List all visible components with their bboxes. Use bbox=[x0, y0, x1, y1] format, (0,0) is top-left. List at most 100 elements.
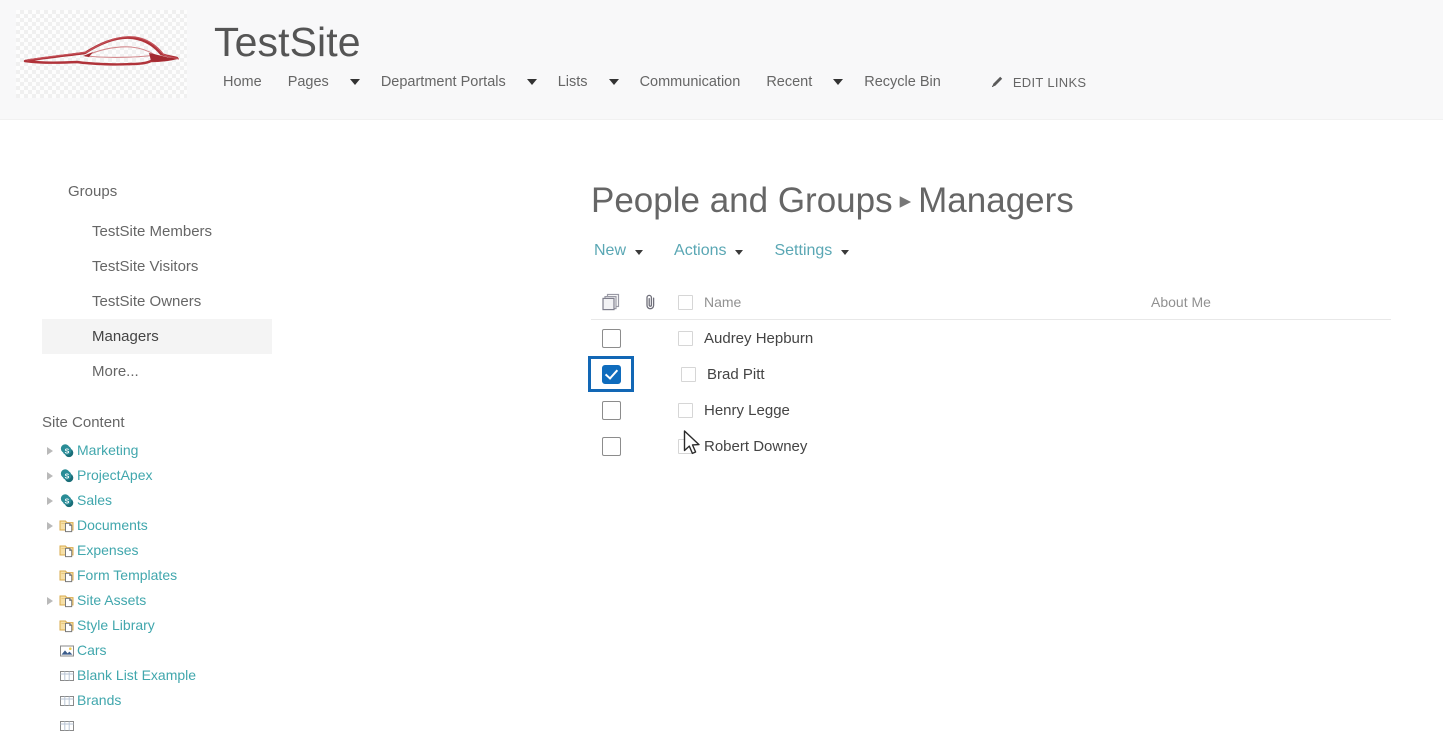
row-name-cell[interactable]: Brad Pitt bbox=[672, 366, 1133, 383]
tree-item-site-assets[interactable]: Site Assets bbox=[42, 588, 322, 613]
tree-item-marketing[interactable]: S Marketing bbox=[42, 438, 322, 463]
expand-documents-icon[interactable] bbox=[42, 522, 58, 530]
tree-item-projectapex[interactable]: S ProjectApex bbox=[42, 463, 322, 488]
groups-list: TestSite Members TestSite Visitors TestS… bbox=[42, 214, 272, 389]
breadcrumb-root[interactable]: People and Groups bbox=[591, 181, 893, 220]
tree-item-label: Documents bbox=[77, 517, 148, 533]
breadcrumb-separator-icon: ▸ bbox=[899, 187, 912, 213]
tree-item-label: Cars bbox=[77, 642, 107, 658]
sidebar-item-more[interactable]: More... bbox=[42, 354, 272, 389]
expand-marketing-icon[interactable] bbox=[42, 447, 58, 455]
nav-item-department-portals[interactable]: Department Portals bbox=[368, 68, 519, 96]
settings-menu-label: Settings bbox=[774, 242, 833, 259]
table-row[interactable]: Audrey Hepburn bbox=[591, 320, 1391, 356]
row-name-checkbox[interactable] bbox=[678, 330, 693, 346]
breadcrumb-current: Managers bbox=[918, 181, 1074, 220]
nav-pages-chevron-down-icon[interactable] bbox=[342, 69, 368, 95]
tree-item-documents[interactable]: Documents bbox=[42, 513, 322, 538]
users-table: Name About Me Audrey Hepburn Brad Pitt H… bbox=[588, 285, 1391, 464]
svg-text:S: S bbox=[65, 498, 70, 505]
name-column-checkbox[interactable] bbox=[678, 294, 693, 310]
tree-item-label: Expenses bbox=[77, 542, 139, 558]
list-icon bbox=[58, 693, 76, 709]
tree-item-style-library[interactable]: Style Library bbox=[42, 613, 322, 638]
expand-site-assets-icon[interactable] bbox=[42, 597, 58, 605]
nav-recent-chevron-down-icon[interactable] bbox=[825, 69, 851, 95]
edit-links-label: EDIT LINKS bbox=[1012, 74, 1087, 90]
document-library-icon bbox=[58, 543, 76, 559]
table-row[interactable]: Robert Downey bbox=[591, 428, 1391, 464]
row-select-cell[interactable] bbox=[591, 436, 631, 456]
tree-item-label: Brands bbox=[77, 692, 122, 708]
nav-item-lists[interactable]: Lists bbox=[545, 68, 601, 96]
pencil-icon bbox=[991, 76, 1003, 87]
row-name-label: Robert Downey bbox=[704, 437, 808, 455]
table-row[interactable]: Henry Legge bbox=[591, 392, 1391, 428]
row-select-checkbox[interactable] bbox=[601, 328, 621, 348]
row-select-cell[interactable] bbox=[588, 356, 634, 392]
about-me-column-header[interactable]: About Me bbox=[1133, 294, 1391, 310]
groups-heading: Groups bbox=[68, 183, 118, 200]
row-select-checkbox[interactable] bbox=[601, 436, 621, 456]
tree-item-expenses[interactable]: Expenses bbox=[42, 538, 322, 563]
table-header-row: Name About Me bbox=[591, 285, 1391, 320]
sidebar-item-managers[interactable]: Managers bbox=[42, 319, 272, 354]
nav-item-recent[interactable]: Recent bbox=[753, 68, 825, 96]
actions-menu-button[interactable]: Actions bbox=[674, 242, 744, 260]
row-name-checkbox[interactable] bbox=[681, 366, 696, 382]
row-name-cell[interactable]: Audrey Hepburn bbox=[669, 330, 1133, 347]
edit-links-button[interactable]: EDIT LINKS bbox=[989, 74, 1087, 90]
sidebar-item-testsite-visitors[interactable]: TestSite Visitors bbox=[42, 249, 272, 284]
main-content: People and Groups ▸ Managers New Actions S… bbox=[520, 120, 1443, 753]
document-library-icon bbox=[58, 568, 76, 584]
sharepoint-site-icon: S bbox=[58, 443, 76, 459]
site-logo[interactable] bbox=[16, 10, 187, 98]
stacked-pages-icon bbox=[601, 293, 619, 311]
nav-department-portals-chevron-down-icon[interactable] bbox=[519, 69, 545, 95]
nav-item-pages[interactable]: Pages bbox=[275, 68, 342, 96]
car-silhouette-logo-icon bbox=[23, 36, 180, 66]
list-icon bbox=[58, 718, 76, 734]
row-name-cell[interactable]: Robert Downey bbox=[669, 438, 1133, 455]
tree-item-form-templates[interactable]: Form Templates bbox=[42, 563, 322, 588]
row-select-cell[interactable] bbox=[591, 400, 631, 420]
select-all-column-header[interactable] bbox=[591, 293, 631, 311]
new-menu-button[interactable]: New bbox=[594, 242, 644, 260]
tree-item-cars[interactable]: Cars bbox=[42, 638, 322, 663]
site-content-tree: S Marketing S ProjectApex S Sales Docume… bbox=[42, 438, 322, 738]
tree-item-label: ProjectApex bbox=[77, 467, 153, 483]
row-name-checkbox[interactable] bbox=[678, 438, 693, 454]
table-row[interactable]: Brad Pitt bbox=[588, 356, 1391, 392]
tree-item-label: Site Assets bbox=[77, 592, 147, 608]
nav-item-recycle-bin[interactable]: Recycle Bin bbox=[851, 68, 954, 96]
document-library-icon bbox=[58, 518, 76, 534]
site-title: TestSite bbox=[214, 19, 361, 65]
settings-chevron-down-icon bbox=[841, 250, 850, 255]
tree-item-brands[interactable]: Brands bbox=[42, 688, 322, 713]
sidebar-item-testsite-members[interactable]: TestSite Members bbox=[42, 214, 272, 249]
name-column-header[interactable]: Name bbox=[669, 294, 1133, 310]
attachment-column-header[interactable] bbox=[631, 293, 669, 311]
row-select-cell[interactable] bbox=[591, 328, 631, 348]
tree-item-blank-list-example[interactable]: Blank List Example bbox=[42, 663, 322, 688]
tree-item-label: Form Templates bbox=[77, 567, 178, 583]
nav-lists-chevron-down-icon[interactable] bbox=[601, 69, 627, 95]
sidebar-item-testsite-owners[interactable]: TestSite Owners bbox=[42, 284, 272, 319]
tree-item-sales[interactable]: S Sales bbox=[42, 488, 322, 513]
nav-item-home[interactable]: Home bbox=[210, 68, 275, 96]
row-name-label: Audrey Hepburn bbox=[704, 329, 814, 347]
tree-item-partial-cutoff[interactable] bbox=[42, 713, 322, 738]
expand-sales-icon[interactable] bbox=[42, 497, 58, 505]
row-select-focus-outline[interactable] bbox=[588, 356, 634, 392]
expand-projectapex-icon[interactable] bbox=[42, 472, 58, 480]
left-sidebar: Groups TestSite Members TestSite Visitor… bbox=[0, 120, 520, 753]
settings-menu-button[interactable]: Settings bbox=[774, 242, 850, 260]
nav-item-communication[interactable]: Communication bbox=[627, 68, 754, 96]
row-name-cell[interactable]: Henry Legge bbox=[669, 402, 1133, 419]
row-name-checkbox[interactable] bbox=[678, 402, 693, 418]
tree-item-label: Style Library bbox=[77, 617, 155, 633]
new-menu-label: New bbox=[594, 242, 627, 259]
row-select-checkbox-checked[interactable] bbox=[601, 364, 621, 384]
page-title: People and Groups ▸ Managers bbox=[591, 178, 1074, 223]
row-select-checkbox[interactable] bbox=[601, 400, 621, 420]
